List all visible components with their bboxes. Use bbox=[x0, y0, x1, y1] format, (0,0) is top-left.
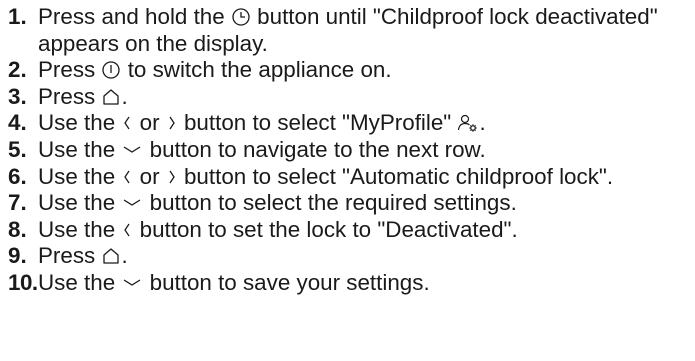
step-text: Use the or button to select "MyProfile" … bbox=[38, 110, 486, 136]
step-text: Press . bbox=[38, 83, 128, 109]
power-icon bbox=[101, 60, 121, 80]
step-number: 2. bbox=[8, 57, 27, 83]
home-icon bbox=[101, 246, 121, 266]
step-number: 3. bbox=[8, 83, 27, 109]
chevron-left-icon bbox=[121, 220, 133, 240]
instruction-step-4: 4. Use the or button to select "MyProfil… bbox=[8, 110, 695, 137]
chevron-right-icon bbox=[166, 167, 178, 187]
home-icon bbox=[101, 87, 121, 107]
instruction-step-5: 5. Use the button to navigate to the nex… bbox=[8, 137, 695, 164]
step-text: Use the or button to select "Automatic c… bbox=[38, 163, 614, 189]
instruction-step-2: 2. Press to switch the appliance on. bbox=[8, 57, 695, 84]
chevron-left-icon bbox=[121, 167, 133, 187]
step-number: 4. bbox=[8, 110, 27, 136]
profile-settings-icon bbox=[457, 113, 479, 133]
step-number: 10. bbox=[8, 269, 38, 295]
instruction-step-7: 7. Use the button to select the required… bbox=[8, 190, 695, 217]
instruction-step-9: 9. Press . bbox=[8, 243, 695, 270]
step-text: Use the button to navigate to the next r… bbox=[38, 136, 486, 162]
instruction-step-1: 1. Press and hold the button until "Chil… bbox=[8, 4, 695, 57]
step-text: Use the button to save your settings. bbox=[38, 269, 430, 295]
instruction-step-8: 8. Use the button to set the lock to "De… bbox=[8, 217, 695, 244]
chevron-left-icon bbox=[121, 113, 133, 133]
step-number: 9. bbox=[8, 243, 27, 269]
chevron-down-icon bbox=[121, 273, 143, 293]
step-number: 5. bbox=[8, 136, 27, 162]
instruction-step-3: 3. Press . bbox=[8, 84, 695, 111]
step-number: 6. bbox=[8, 163, 27, 189]
chevron-down-icon bbox=[121, 140, 143, 160]
step-text: Press and hold the button until "Childpr… bbox=[38, 4, 658, 56]
chevron-right-icon bbox=[166, 113, 178, 133]
step-text: Use the button to select the required se… bbox=[38, 190, 517, 216]
step-text: Press . bbox=[38, 243, 128, 269]
step-number: 8. bbox=[8, 216, 27, 242]
step-text: Press to switch the appliance on. bbox=[38, 57, 392, 83]
clock-icon bbox=[231, 7, 251, 27]
instruction-list: 1. Press and hold the button until "Chil… bbox=[0, 0, 695, 297]
step-text: Use the button to set the lock to "Deact… bbox=[38, 216, 518, 242]
instruction-step-10: 10. Use the button to save your settings… bbox=[8, 270, 695, 297]
chevron-down-icon bbox=[121, 193, 143, 213]
instruction-step-6: 6. Use the or button to select "Automati… bbox=[8, 164, 695, 191]
step-number: 1. bbox=[8, 4, 27, 29]
step-number: 7. bbox=[8, 190, 27, 216]
